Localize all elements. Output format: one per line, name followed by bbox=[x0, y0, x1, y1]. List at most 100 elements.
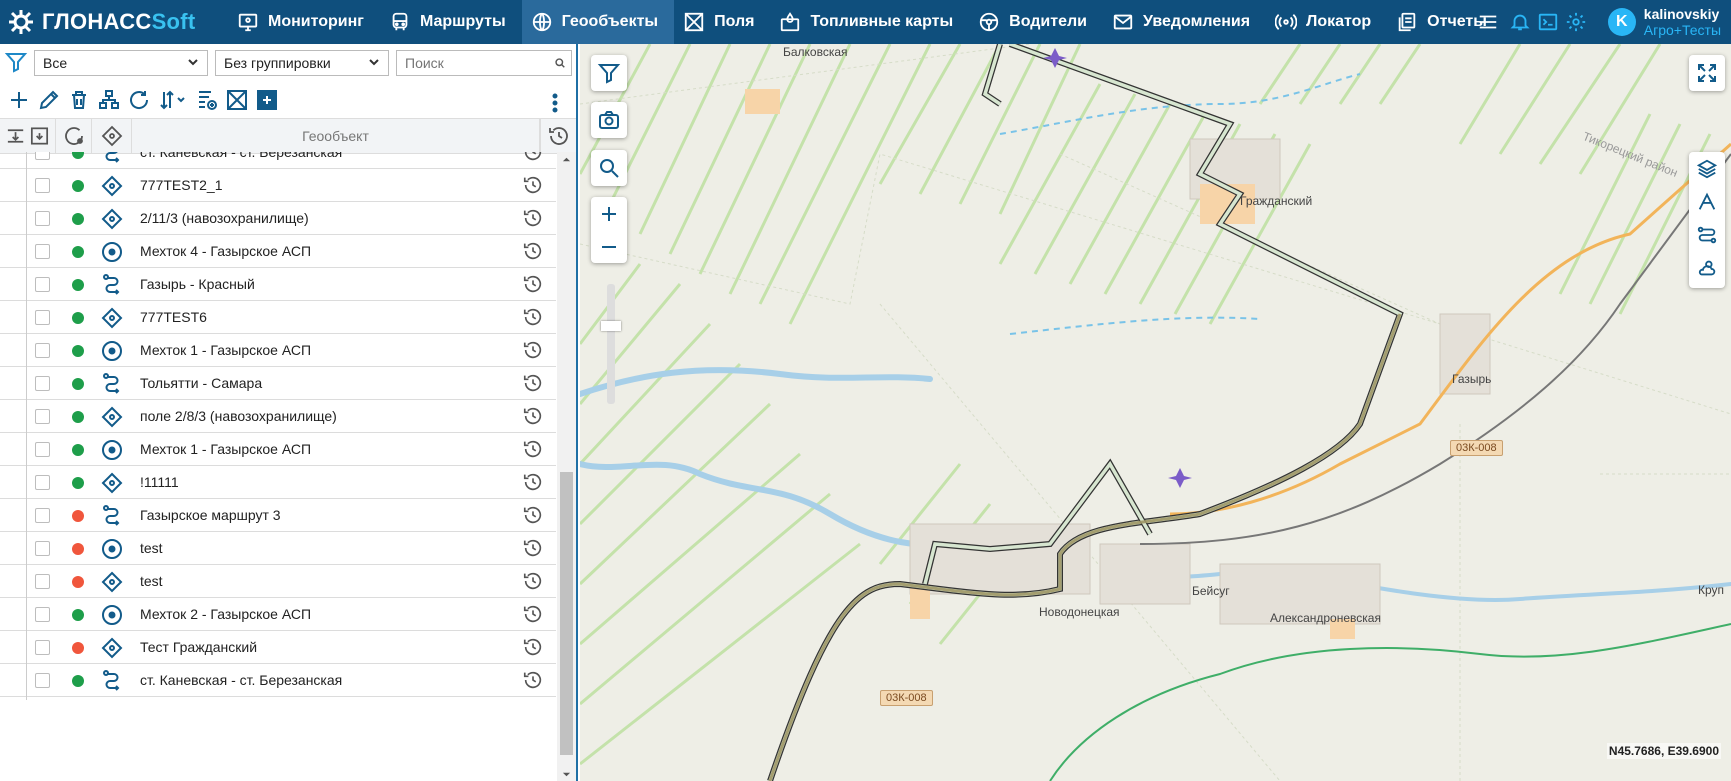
history-icon[interactable] bbox=[522, 273, 546, 297]
delete-button[interactable] bbox=[64, 85, 94, 115]
expand-collapse-all-icon[interactable] bbox=[0, 118, 56, 154]
row-checkbox[interactable] bbox=[35, 376, 50, 391]
fields-button[interactable] bbox=[222, 85, 252, 115]
table-row[interactable]: ст. Каневская - ст. Березанская bbox=[0, 664, 556, 700]
table-row[interactable]: Мехток 4 - Газырское АСП bbox=[0, 235, 556, 271]
row-checkbox[interactable] bbox=[35, 178, 50, 193]
fullscreen-button[interactable] bbox=[1689, 55, 1725, 91]
history-icon[interactable] bbox=[522, 207, 546, 231]
nav-item-2[interactable]: Маршруты bbox=[380, 0, 522, 44]
edit-button[interactable] bbox=[34, 85, 64, 115]
scroll-down-arrow-icon[interactable] bbox=[557, 767, 576, 781]
row-checkbox[interactable] bbox=[35, 409, 50, 424]
row-checkbox[interactable] bbox=[35, 640, 50, 655]
map-view[interactable]: Балковская Гражданский Газырь Новодонецк… bbox=[580, 44, 1731, 781]
sort-button[interactable] bbox=[154, 85, 192, 115]
table-row[interactable]: Тольятти - Самара bbox=[0, 367, 556, 403]
history-icon[interactable] bbox=[522, 504, 546, 528]
row-checkbox[interactable] bbox=[35, 541, 50, 556]
add-geoobject-button[interactable] bbox=[4, 85, 34, 115]
history-icon[interactable] bbox=[522, 471, 546, 495]
zoom-in-button[interactable] bbox=[597, 197, 621, 230]
row-checkbox[interactable] bbox=[35, 244, 50, 259]
zoom-out-button[interactable] bbox=[597, 230, 621, 263]
history-icon[interactable] bbox=[522, 570, 546, 594]
row-checkbox[interactable] bbox=[35, 607, 50, 622]
user-avatar[interactable]: K bbox=[1607, 8, 1636, 36]
map-filter-button[interactable] bbox=[591, 55, 627, 91]
user-info[interactable]: kalinovskiy Агро+Тесты bbox=[1644, 6, 1721, 38]
type-filter-select[interactable]: Все bbox=[34, 50, 208, 76]
table-row[interactable]: test bbox=[0, 532, 556, 568]
table-row[interactable]: 777TEST2_1 bbox=[0, 169, 556, 205]
map-search-button[interactable] bbox=[591, 150, 627, 186]
nav-item-4[interactable]: Поля bbox=[674, 0, 770, 44]
history-column-icon[interactable] bbox=[540, 118, 576, 154]
search-input[interactable] bbox=[405, 55, 555, 71]
row-checkbox[interactable] bbox=[35, 152, 50, 160]
table-row[interactable]: ст. Каневская - ст. Березанская bbox=[0, 152, 556, 172]
nav-item-5[interactable]: Топливные карты bbox=[770, 0, 969, 44]
row-checkbox[interactable] bbox=[35, 310, 50, 325]
history-icon[interactable] bbox=[522, 339, 546, 363]
import-button[interactable] bbox=[192, 85, 222, 115]
table-row[interactable]: Мехток 1 - Газырское АСП bbox=[0, 433, 556, 469]
table-row[interactable]: Газырь - Красный bbox=[0, 268, 556, 304]
scroll-up-arrow-icon[interactable] bbox=[557, 152, 576, 166]
history-icon[interactable] bbox=[522, 669, 546, 693]
bell-icon[interactable] bbox=[1506, 8, 1534, 36]
layers-icon[interactable] bbox=[1689, 152, 1725, 185]
terminal-icon[interactable] bbox=[1534, 8, 1562, 36]
brand-logo[interactable]: ГЛОНАССSoft bbox=[0, 0, 228, 44]
nav-item-8[interactable]: Локатор bbox=[1266, 0, 1387, 44]
history-icon[interactable] bbox=[522, 372, 546, 396]
type-column-icon[interactable] bbox=[92, 118, 132, 154]
map-screenshot-button[interactable] bbox=[591, 102, 627, 138]
table-row[interactable]: Мехток 1 - Газырское АСП bbox=[0, 334, 556, 370]
table-row[interactable]: 777TEST6 bbox=[0, 301, 556, 337]
row-checkbox[interactable] bbox=[35, 277, 50, 292]
row-checkbox[interactable] bbox=[35, 211, 50, 226]
nav-item-1[interactable]: Мониторинг bbox=[228, 0, 380, 44]
history-icon[interactable] bbox=[522, 603, 546, 627]
zoom-slider[interactable] bbox=[601, 284, 621, 404]
history-icon[interactable] bbox=[522, 174, 546, 198]
nav-item-3[interactable]: Геообъекты bbox=[521, 0, 675, 44]
table-row[interactable]: Мехток 2 - Газырское АСП bbox=[0, 598, 556, 634]
scrollbar-thumb[interactable] bbox=[560, 472, 573, 755]
hamburger-menu-icon[interactable] bbox=[1474, 8, 1502, 36]
table-row[interactable]: Тест Гражданский bbox=[0, 631, 556, 667]
zoom-slider-handle[interactable] bbox=[601, 321, 621, 331]
refresh-button[interactable] bbox=[124, 85, 154, 115]
history-icon[interactable] bbox=[522, 438, 546, 462]
nav-item-6[interactable]: Водители bbox=[969, 0, 1103, 44]
measure-icon[interactable] bbox=[1689, 185, 1725, 218]
row-checkbox[interactable] bbox=[35, 343, 50, 358]
row-checkbox[interactable] bbox=[35, 508, 50, 523]
table-row[interactable]: !11111 bbox=[0, 466, 556, 502]
row-checkbox[interactable] bbox=[35, 475, 50, 490]
table-row[interactable]: поле 2/8/3 (навозохранилище) bbox=[0, 400, 556, 436]
row-checkbox[interactable] bbox=[35, 442, 50, 457]
history-icon[interactable] bbox=[522, 306, 546, 330]
search-icon[interactable] bbox=[555, 56, 565, 70]
grouping-select[interactable]: Без группировки bbox=[215, 50, 389, 76]
history-icon[interactable] bbox=[522, 636, 546, 660]
geoobject-column-header[interactable]: Геообъект bbox=[132, 118, 540, 154]
add-field-button[interactable] bbox=[252, 85, 282, 115]
gear-icon[interactable] bbox=[1562, 8, 1590, 36]
history-icon[interactable] bbox=[522, 152, 546, 165]
group-button[interactable] bbox=[94, 85, 124, 115]
table-row[interactable]: Газырское маршрут 3 bbox=[0, 499, 556, 535]
history-icon[interactable] bbox=[522, 537, 546, 561]
row-checkbox[interactable] bbox=[35, 673, 50, 688]
history-icon[interactable] bbox=[522, 405, 546, 429]
more-vertical-icon[interactable] bbox=[540, 88, 570, 118]
table-row[interactable]: test bbox=[0, 565, 556, 601]
status-column-icon[interactable] bbox=[56, 118, 92, 154]
filter-icon[interactable] bbox=[4, 50, 28, 77]
weather-icon[interactable] bbox=[1689, 251, 1725, 284]
list-scrollbar[interactable] bbox=[557, 152, 576, 781]
route-tool-icon[interactable] bbox=[1689, 218, 1725, 251]
nav-item-7[interactable]: Уведомления bbox=[1103, 0, 1266, 44]
